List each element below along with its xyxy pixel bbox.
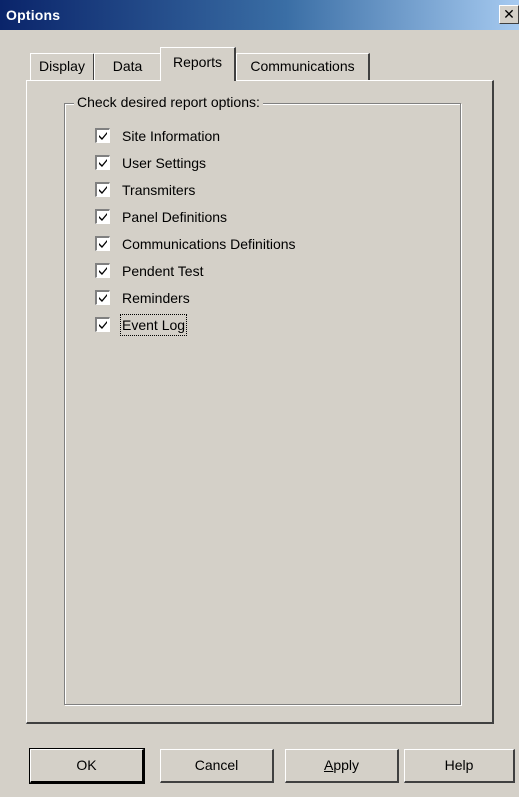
tab-reports[interactable]: Reports bbox=[160, 47, 236, 81]
tab-reports-label: Reports bbox=[172, 54, 223, 70]
site-information-checkbox[interactable] bbox=[95, 128, 110, 143]
apply-button[interactable]: Apply bbox=[285, 749, 399, 783]
event-log-checkbox[interactable] bbox=[95, 317, 110, 332]
panel-definitions-checkbox[interactable] bbox=[95, 209, 110, 224]
reminders-label: Reminders bbox=[122, 290, 190, 306]
communications-definitions-checkbox[interactable] bbox=[95, 236, 110, 251]
cancel-button-label: Cancel bbox=[194, 757, 239, 773]
tab-communications[interactable]: Communications bbox=[236, 53, 370, 80]
apply-mnemonic: A bbox=[323, 757, 334, 773]
tab-display[interactable]: Display bbox=[30, 53, 95, 80]
checkmark-icon bbox=[99, 186, 107, 194]
event-log-label: Event Log bbox=[119, 314, 188, 336]
close-button[interactable]: ✕ bbox=[499, 5, 519, 24]
tab-data[interactable]: Data bbox=[94, 53, 161, 80]
checkmark-icon bbox=[99, 294, 107, 302]
group-legend: Check desired report options: bbox=[74, 94, 263, 110]
options-dialog: Options ✕ Display Data Reports Communica… bbox=[0, 0, 519, 797]
title-bar[interactable]: Options ✕ bbox=[0, 0, 519, 30]
site-information-label: Site Information bbox=[122, 128, 221, 144]
transmiters-checkbox[interactable] bbox=[95, 182, 110, 197]
transmiters-label: Transmiters bbox=[122, 182, 196, 198]
ok-button[interactable]: OK bbox=[29, 748, 145, 784]
user-settings-checkbox[interactable] bbox=[95, 155, 110, 170]
cancel-button[interactable]: Cancel bbox=[160, 749, 274, 783]
panel-definitions-label: Panel Definitions bbox=[122, 209, 228, 225]
checkmark-icon bbox=[99, 240, 107, 248]
tab-communications-label: Communications bbox=[250, 58, 355, 74]
ok-button-label: OK bbox=[76, 757, 97, 773]
help-button-label: Help bbox=[444, 757, 474, 773]
checkmark-icon bbox=[99, 132, 107, 140]
checkmark-icon bbox=[99, 321, 107, 329]
reminders-checkbox[interactable] bbox=[95, 290, 110, 305]
communications-definitions-label: Communications Definitions bbox=[122, 236, 296, 252]
pendent-test-checkbox[interactable] bbox=[95, 263, 110, 278]
close-icon: ✕ bbox=[503, 6, 515, 22]
window-title: Options bbox=[6, 7, 61, 23]
checkmark-icon bbox=[99, 159, 107, 167]
pendent-test-label: Pendent Test bbox=[122, 263, 204, 279]
tab-display-label: Display bbox=[39, 58, 85, 74]
help-button[interactable]: Help bbox=[404, 749, 515, 783]
user-settings-label: User Settings bbox=[122, 155, 207, 171]
checkmark-icon bbox=[99, 213, 107, 221]
checkmark-icon bbox=[99, 267, 107, 275]
apply-button-label: pply bbox=[333, 757, 360, 773]
tab-data-label: Data bbox=[112, 58, 143, 74]
